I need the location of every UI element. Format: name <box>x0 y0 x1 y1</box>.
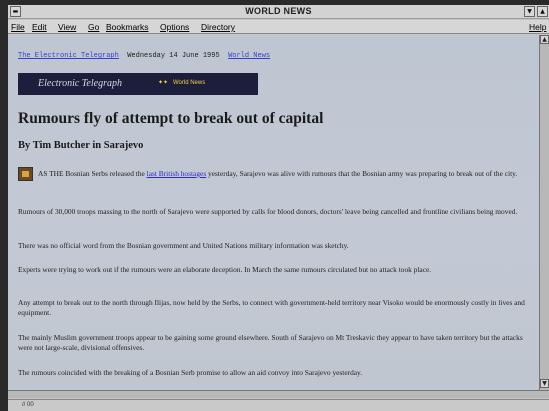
p1-text: AS THE Bosnian Serbs released the <box>38 169 147 178</box>
page-date: Wednesday 14 June 1995 <box>127 52 220 60</box>
menu-go[interactable]: Go <box>88 22 99 32</box>
masthead-link[interactable]: The Electronic Telegraph <box>18 52 119 60</box>
maximize-icon[interactable]: ▲ <box>537 6 548 17</box>
browser-window: ▬ WORLD NEWS ▼ ▲ File Edit View Go Bookm… <box>8 5 549 411</box>
hostages-link[interactable]: last British hostages <box>147 169 207 178</box>
menu-bar: File Edit View Go Bookmarks Options Dire… <box>8 20 549 34</box>
vertical-scrollbar[interactable]: ▲ ▼ <box>539 35 549 390</box>
paragraph-1: AS THE Bosnian Serbs released the last B… <box>18 169 534 179</box>
page-content: The Electronic Telegraph Wednesday 14 Ju… <box>8 35 539 390</box>
status-text: // 00 <box>22 402 34 408</box>
window-title: WORLD NEWS <box>245 6 312 16</box>
menu-help[interactable]: Help <box>529 22 546 32</box>
section-link[interactable]: World News <box>228 52 270 60</box>
menu-edit[interactable]: Edit <box>32 22 47 32</box>
masthead-line: The Electronic Telegraph Wednesday 14 Ju… <box>18 52 270 60</box>
horizontal-scrollbar[interactable] <box>8 390 549 398</box>
paragraph-2: Rumours of 30,000 troops massing to the … <box>18 207 518 216</box>
title-bar: ▬ WORLD NEWS ▼ ▲ <box>8 5 549 19</box>
banner-brand: Electronic Telegraph <box>38 78 122 89</box>
paragraph-4: Experts were trying to work out if the r… <box>18 265 432 274</box>
scroll-up-icon[interactable]: ▲ <box>540 35 549 44</box>
scroll-down-icon[interactable]: ▼ <box>540 379 549 388</box>
paragraph-7: The rumours coincided with the breaking … <box>18 368 363 377</box>
telegraph-banner[interactable]: Electronic Telegraph ✦✦ World News <box>18 73 258 95</box>
stars-icon: ✦✦ <box>158 79 169 86</box>
menu-bookmarks[interactable]: Bookmarks <box>106 22 149 32</box>
menu-file[interactable]: File <box>11 22 25 32</box>
menu-view[interactable]: View <box>58 22 76 32</box>
status-bar: // 00 <box>8 399 549 411</box>
article-headline: Rumours fly of attempt to break out of c… <box>18 110 324 127</box>
paragraph-5: Any attempt to break out to the north th… <box>18 298 525 317</box>
menu-directory[interactable]: Directory <box>201 22 235 32</box>
paragraph-6: The mainly Muslim government troops appe… <box>18 333 523 352</box>
p1-text-tail: yesterday, Sarajevo was alive with rumou… <box>206 169 518 178</box>
minimize-icon[interactable]: ▼ <box>524 6 535 17</box>
paragraph-3: There was no official word from the Bosn… <box>18 241 349 250</box>
banner-section: World News <box>173 80 206 86</box>
article-byline: By Tim Butcher in Sarajevo <box>18 140 144 151</box>
menu-options[interactable]: Options <box>160 22 189 32</box>
